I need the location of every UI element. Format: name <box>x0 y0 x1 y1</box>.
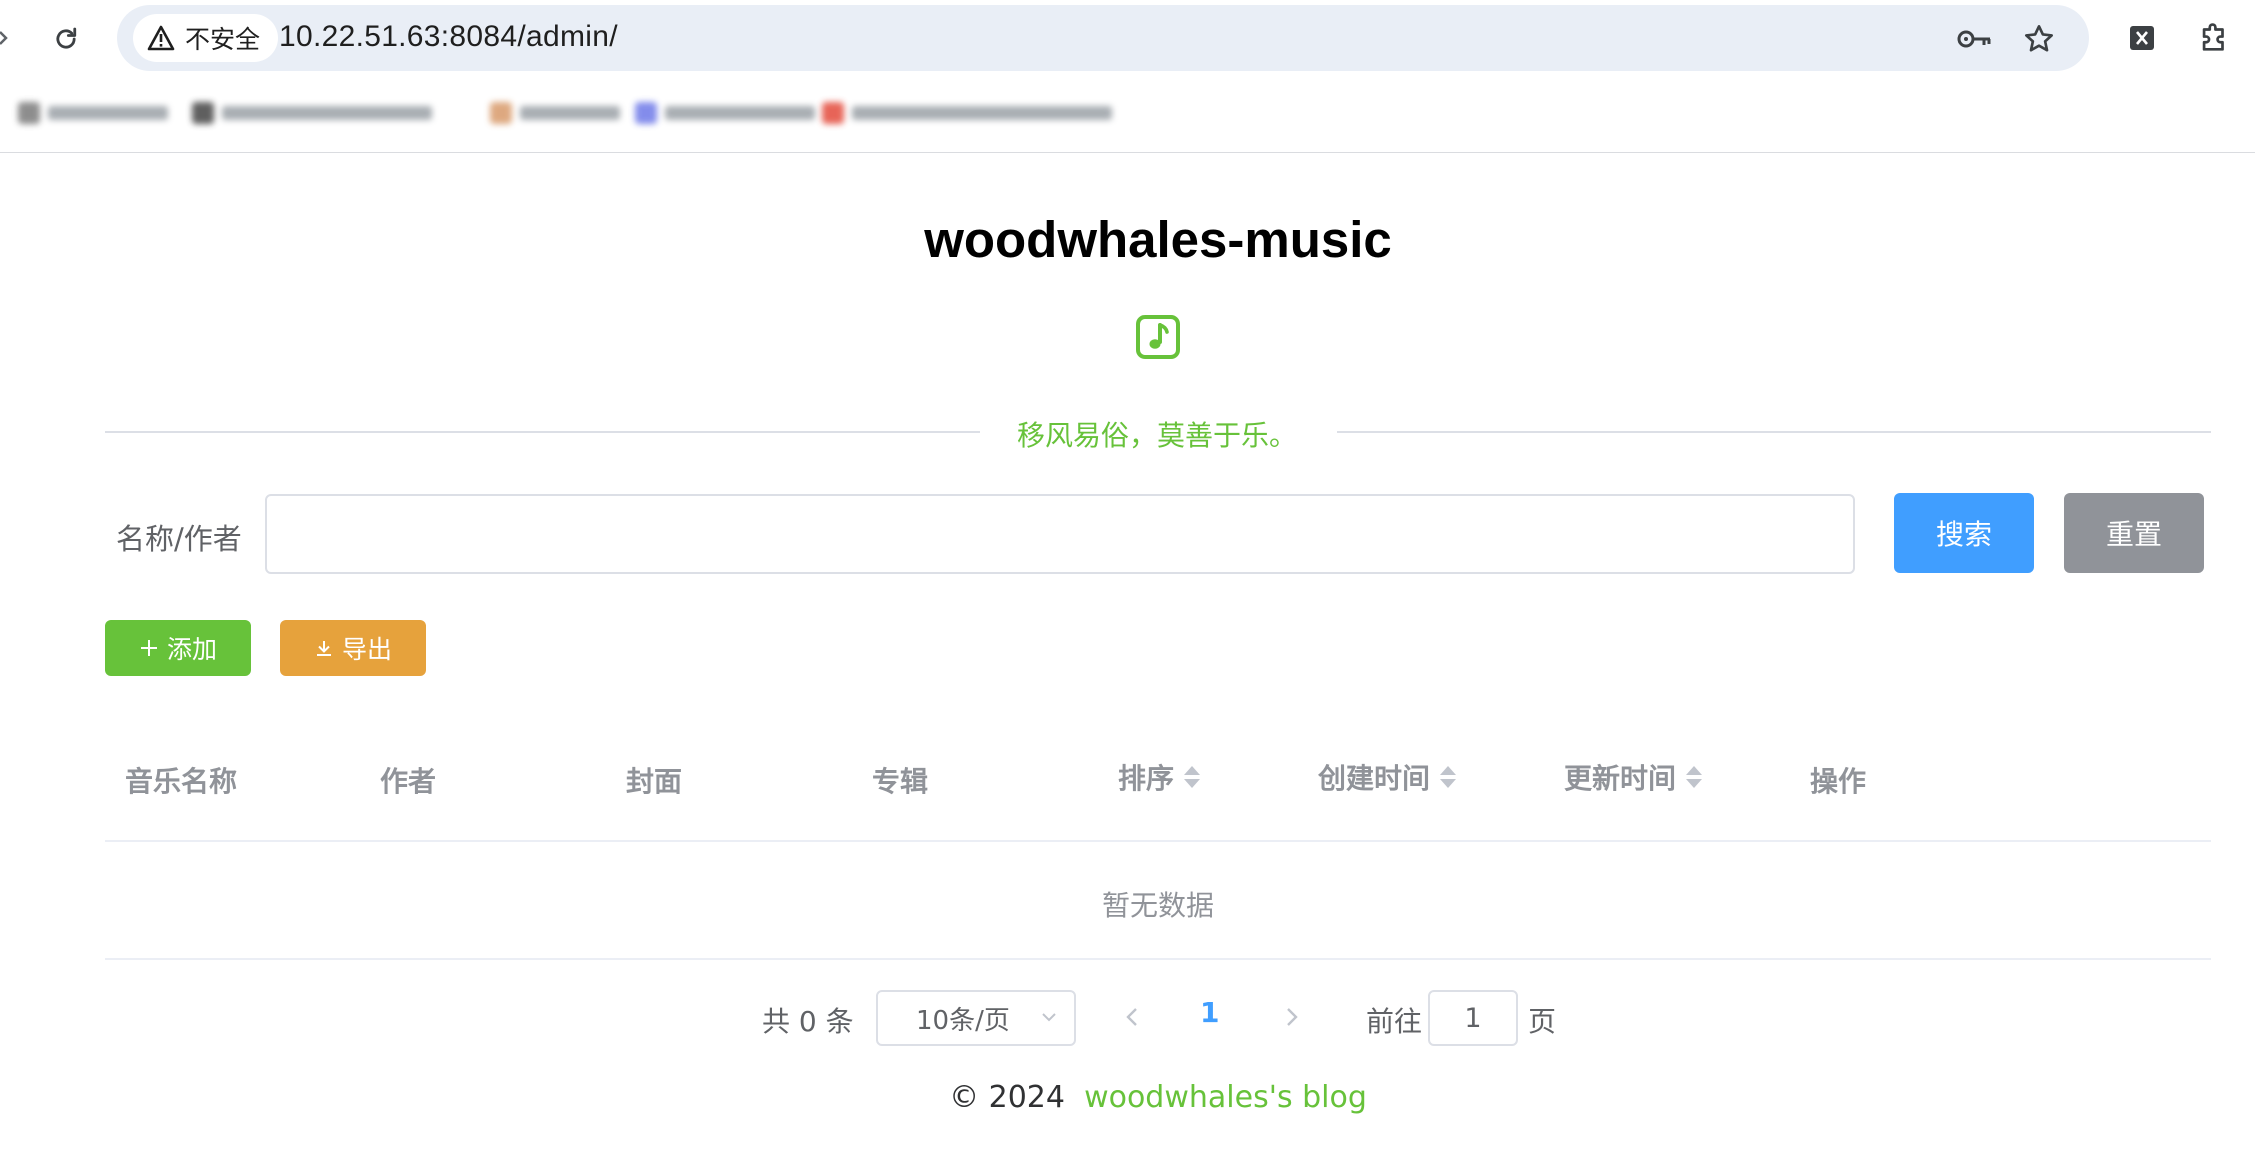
copyright-text: © 2024 <box>949 1080 1065 1115</box>
address-bar[interactable]: 不安全 10.22.51.63:8084/admin/ <box>117 5 2089 71</box>
page-size-value: 10条/页 <box>916 1005 1010 1036</box>
bookmark-item[interactable] <box>18 100 168 126</box>
reload-icon <box>56 27 77 49</box>
bookmark-item[interactable] <box>490 100 620 126</box>
page-size-select[interactable]: 10条/页 <box>876 990 1076 1046</box>
export-button-label: 导出 <box>341 635 392 664</box>
column-header-actions: 操作 <box>1810 765 1867 798</box>
column-header-author: 作者 <box>380 765 437 798</box>
bookmark-item[interactable] <box>192 100 432 126</box>
search-button[interactable]: 搜索 <box>1894 493 2034 573</box>
music-table: 音乐名称 作者 封面 专辑 排序 创建时间 更新时间 操作 暂无数据 <box>105 712 2211 960</box>
motto-text: 移风易俗，莫善于乐。 <box>1017 419 1298 452</box>
column-header-updated-time[interactable]: 更新时间 <box>1564 757 1703 797</box>
url-text[interactable]: 10.22.51.63:8084/admin/ <box>279 20 618 54</box>
page-content: woodwhales-music 移风易俗，莫善于乐。 名称/作者 搜索 重置 … <box>0 154 2255 1175</box>
pagination-total: 共 0 条 <box>762 1005 854 1038</box>
bookmark-star-button[interactable] <box>2021 21 2057 57</box>
security-chip[interactable]: 不安全 <box>133 14 279 62</box>
column-header-cover: 封面 <box>626 765 683 798</box>
table-body: 暂无数据 <box>105 842 2211 960</box>
next-page-icon[interactable] <box>1276 1002 1306 1032</box>
extensions-menu-button[interactable] <box>2195 19 2233 57</box>
password-key-button[interactable] <box>1957 21 1993 57</box>
security-label: 不安全 <box>185 25 261 54</box>
back-arrow-icon[interactable] <box>0 28 8 48</box>
add-button-label: 添加 <box>166 635 217 664</box>
page-number-current[interactable]: 1 <box>1200 996 1219 1029</box>
extension-excel-button[interactable] <box>2123 19 2161 57</box>
export-button[interactable]: 导出 <box>280 620 426 676</box>
add-button[interactable]: 添加 <box>105 620 251 676</box>
divider-line-left <box>105 431 980 433</box>
plus-icon <box>140 640 157 656</box>
reset-button[interactable]: 重置 <box>2064 493 2204 573</box>
bookmark-item[interactable] <box>635 100 815 126</box>
divider-line-right <box>1337 431 2211 433</box>
column-header-sort[interactable]: 排序 <box>1118 757 1201 797</box>
sort-caret-icon[interactable] <box>1184 766 1201 788</box>
chevron-down-icon <box>1042 1013 1056 1022</box>
blog-link[interactable]: woodwhales's blog <box>1084 1080 1367 1115</box>
motto-divider: 移风易俗，莫善于乐。 <box>105 419 2211 452</box>
search-label: 名称/作者 <box>116 522 242 556</box>
star-icon <box>2025 25 2053 52</box>
sort-caret-icon[interactable] <box>1686 766 1703 788</box>
column-header-album: 专辑 <box>872 765 929 798</box>
reset-button-label: 重置 <box>2105 518 2162 551</box>
bookmarks-bar <box>0 90 1120 136</box>
key-icon <box>1957 30 1991 48</box>
page-unit-label: 页 <box>1528 1005 1557 1038</box>
excel-extension-icon <box>2130 26 2154 50</box>
previous-page-icon[interactable] <box>1118 1002 1148 1032</box>
goto-label: 前往 <box>1366 1005 1423 1038</box>
search-button-label: 搜索 <box>1935 518 1992 551</box>
music-note-icon <box>1136 315 1180 359</box>
column-header-created-time[interactable]: 创建时间 <box>1318 757 1457 797</box>
puzzle-icon <box>2202 23 2224 51</box>
empty-text: 暂无数据 <box>1101 889 1214 922</box>
bookmark-item[interactable] <box>822 100 1112 126</box>
column-header-name: 音乐名称 <box>125 765 238 798</box>
site-title: woodwhales-music <box>924 211 1392 268</box>
footer: © 2024 woodwhales's blog <box>0 1080 2255 1115</box>
page-jump-input[interactable] <box>1428 990 1518 1046</box>
sort-caret-icon[interactable] <box>1440 766 1457 788</box>
browser-chrome: 不安全 10.22.51.63:8084/admin/ <box>0 0 2255 153</box>
reload-button[interactable] <box>46 19 86 59</box>
warning-icon <box>147 25 175 51</box>
search-input[interactable] <box>265 494 1855 574</box>
table-header: 音乐名称 作者 封面 专辑 排序 创建时间 更新时间 操作 <box>105 712 2211 842</box>
download-icon <box>316 641 331 656</box>
